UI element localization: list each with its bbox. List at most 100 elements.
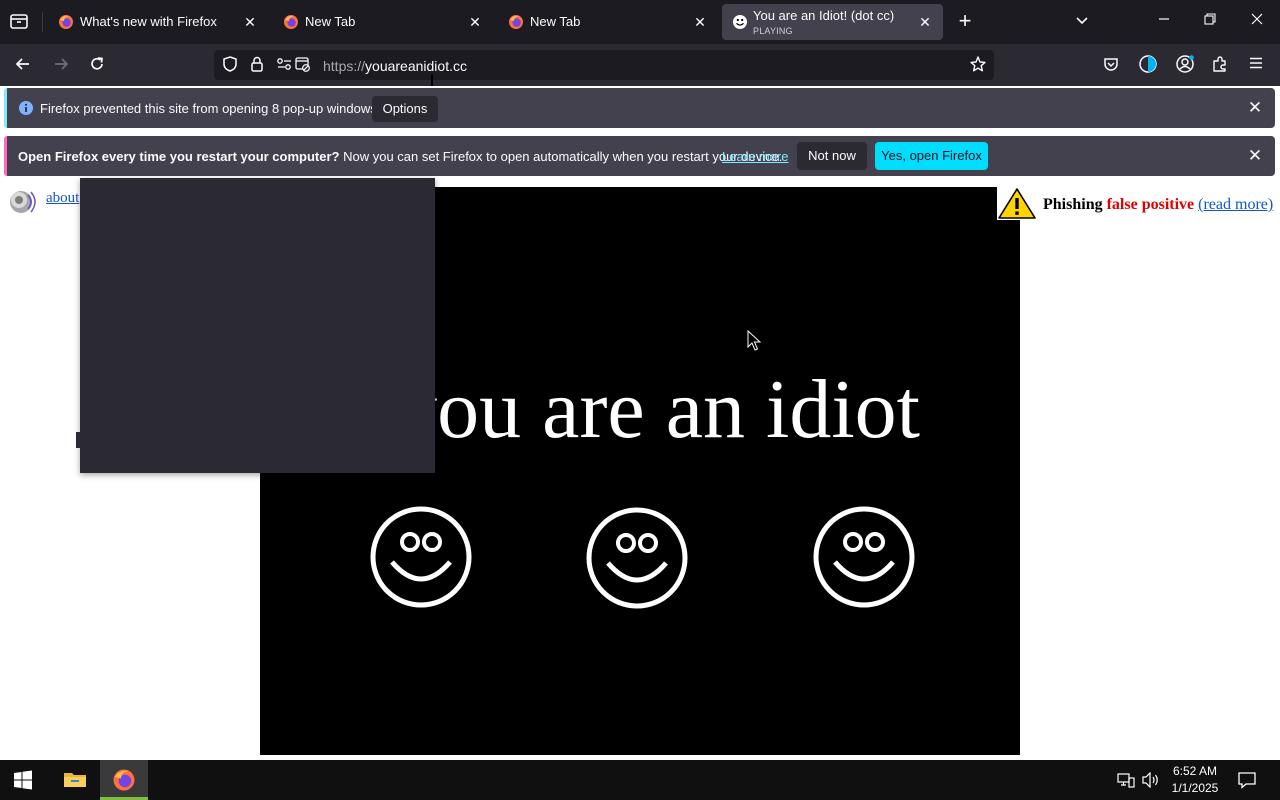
close-tab-icon[interactable]: ✕ (917, 14, 933, 30)
navigation-toolbar: https://youareanidiot.cc (0, 44, 1280, 86)
lock-icon (251, 56, 263, 72)
new-tab-button[interactable]: + (954, 10, 976, 34)
firefox-icon (509, 15, 523, 29)
tab-playing-label: PLAYING (753, 26, 793, 36)
about-link[interactable]: about (46, 190, 79, 207)
minimize-button[interactable] (1152, 12, 1176, 32)
permissions-icon[interactable] (276, 55, 312, 75)
notification-accent (4, 136, 7, 176)
vpn-button[interactable] (1137, 54, 1159, 76)
not-now-button[interactable]: Not now (797, 142, 867, 170)
notifications-icon[interactable] (1238, 771, 1256, 789)
minimize-icon (1159, 18, 1169, 20)
star-icon (970, 56, 986, 72)
start-button[interactable] (12, 770, 34, 792)
windows-taskbar: 6:52 AM 1/1/2025 (0, 760, 1280, 800)
firefox-view-icon (10, 14, 28, 29)
restart-notification: Open Firefox every time you restart your… (4, 136, 1275, 176)
firefox-taskbar-button[interactable] (100, 760, 148, 800)
false-positive-label: false positive (1106, 196, 1195, 213)
tab-title: New Tab (530, 14, 581, 29)
restore-button[interactable] (1198, 12, 1222, 32)
smiley-face-icon (813, 506, 915, 608)
volume-icon[interactable] (1142, 772, 1160, 788)
popup-blocked-message: Firefox prevented this site from opening… (40, 101, 381, 116)
network-icon[interactable] (1117, 772, 1135, 788)
popup-blocked-notification: Firefox prevented this site from opening… (4, 88, 1275, 128)
tab-title: New Tab (305, 14, 356, 29)
restart-message-text: Now you can set Firefox to open automati… (339, 149, 783, 164)
close-notification-icon[interactable]: ✕ (1246, 146, 1264, 166)
screen: { "tabs": [ {"title": "What's new with F… (0, 0, 1280, 800)
smiley-face-icon (370, 506, 472, 608)
firefox-icon (284, 15, 298, 29)
restart-message: Open Firefox every time you restart your… (18, 149, 782, 164)
app-menu-button[interactable] (1246, 55, 1266, 75)
vpn-globe-icon (1139, 55, 1157, 73)
smiley-face-icon (586, 507, 688, 609)
firefox-icon (113, 769, 135, 791)
clock-time: 6:52 AM (1172, 764, 1218, 778)
puzzle-icon (1213, 56, 1226, 72)
hamburger-menu-icon (1250, 57, 1262, 69)
yes-open-firefox-button[interactable]: Yes, open Firefox (875, 142, 988, 170)
url-host: youareanidiot.cc (365, 58, 467, 74)
tab-title: What's new with Firefox (80, 14, 217, 29)
windows-logo-icon (14, 770, 32, 790)
tab-new-tab-1[interactable]: New Tab ✕ (269, 4, 493, 40)
phishing-label: Phishing (1043, 196, 1103, 213)
file-explorer-button[interactable] (62, 769, 88, 791)
restore-icon (1204, 13, 1216, 25)
read-more-link[interactable]: (read more) (1198, 196, 1273, 213)
bookmark-star-button[interactable] (968, 55, 988, 75)
extensions-button[interactable] (1210, 55, 1230, 75)
clock-date: 1/1/2025 (1171, 781, 1219, 795)
forward-button[interactable] (50, 55, 72, 75)
chevron-down-icon (1076, 17, 1088, 25)
pocket-icon (1104, 58, 1118, 71)
close-tab-icon[interactable]: ✕ (467, 14, 483, 30)
tracking-protection-icon[interactable] (220, 55, 240, 75)
notification-accent (4, 88, 7, 128)
url-scheme: https:// (323, 58, 366, 74)
close-tab-icon[interactable]: ✕ (242, 14, 258, 30)
close-tab-icon[interactable]: ✕ (692, 14, 708, 30)
permissions-autoplay-icon (277, 57, 310, 72)
firefox-icon (59, 15, 73, 29)
smiley-favicon-icon (733, 15, 747, 29)
learn-more-link[interactable]: Learn more (722, 149, 788, 164)
folder-icon (64, 773, 86, 787)
close-notification-icon[interactable]: ✕ (1246, 98, 1264, 118)
reload-button[interactable] (86, 55, 108, 75)
warning-icon (997, 187, 1037, 220)
text-cursor (431, 74, 433, 86)
options-dropdown-panel[interactable] (80, 178, 435, 473)
firefox-view-button[interactable] (8, 12, 30, 32)
arrow-right-icon (55, 58, 69, 70)
info-icon (19, 101, 33, 115)
speaker-icon[interactable] (6, 186, 40, 218)
pocket-button[interactable] (1101, 55, 1121, 75)
options-button[interactable]: Options (372, 96, 438, 122)
arrow-left-icon (15, 58, 29, 70)
tab-whats-new[interactable]: What's new with Firefox ✕ (44, 4, 268, 40)
page-edge-mark (76, 432, 80, 448)
tab-you-are-an-idiot[interactable]: You are an Idiot! (dot cc) PLAYING ✕ (722, 4, 943, 40)
tab-strip: What's new with Firefox ✕ New Tab ✕ New … (0, 0, 1280, 44)
reload-icon (91, 57, 103, 70)
tab-title: You are an Idiot! (dot cc) (753, 8, 895, 23)
tab-new-tab-2[interactable]: New Tab ✕ (494, 4, 718, 40)
close-window-button[interactable] (1245, 12, 1269, 32)
account-button[interactable] (1174, 54, 1196, 76)
account-icon (1176, 55, 1194, 73)
shield-icon (223, 56, 237, 72)
mouse-pointer-icon (747, 330, 761, 351)
close-icon (1251, 13, 1263, 25)
list-all-tabs-button[interactable] (1072, 12, 1092, 32)
url-text[interactable]: https://youareanidiot.cc (323, 58, 467, 74)
back-button[interactable] (12, 55, 34, 75)
restart-message-bold: Open Firefox every time you restart your… (18, 149, 340, 164)
clock[interactable]: 6:52 AM 1/1/2025 (1164, 763, 1226, 797)
phishing-notice: Phishing false positive (read more) (1043, 196, 1273, 214)
site-security-icon[interactable] (248, 55, 266, 75)
